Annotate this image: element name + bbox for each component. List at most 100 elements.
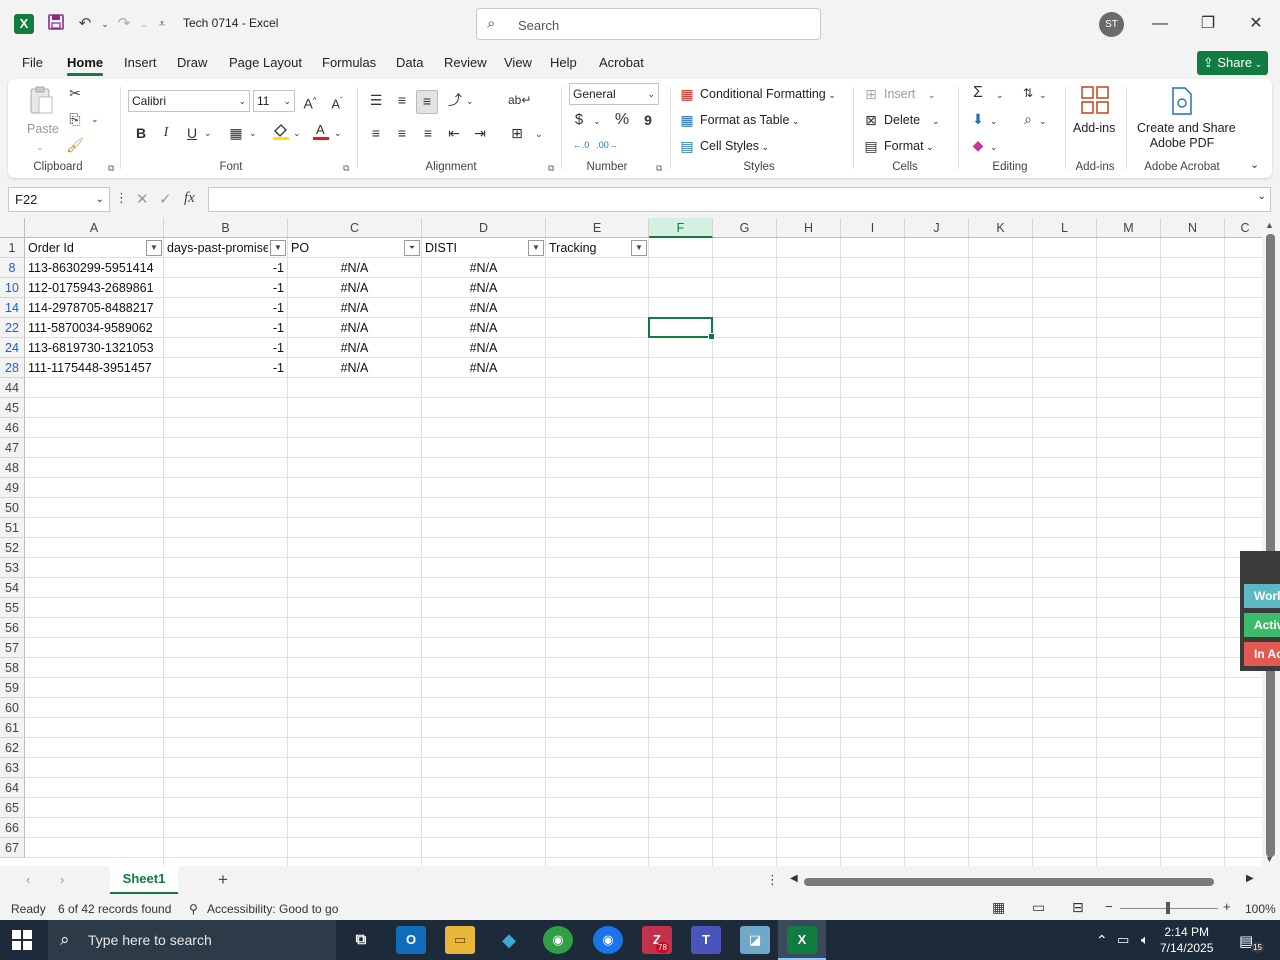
outlook-icon[interactable]: O xyxy=(396,926,426,954)
tab-acrobat[interactable]: Acrobat xyxy=(599,55,644,70)
delete-cells-icon[interactable]: ⊠ xyxy=(863,110,879,130)
row-header-46[interactable]: 46 xyxy=(0,418,25,438)
adobe-pdf-icon[interactable] xyxy=(1168,87,1196,117)
cut-icon[interactable]: ✂ xyxy=(65,83,85,103)
minimize-icon[interactable]: — xyxy=(1148,12,1172,36)
avatar[interactable]: ST xyxy=(1099,12,1124,37)
network-icon[interactable]: ▭ xyxy=(1117,932,1129,948)
align-bottom-icon[interactable]: ≡ xyxy=(416,90,438,114)
spreadsheet-grid[interactable]: ABCDEFGHIJKLMNC 1 8 10 14 22 24 28 44 45 46 47 48 49… xyxy=(0,218,1266,866)
more-options-icon[interactable]: ⋮ xyxy=(115,190,128,206)
alignment-launcher-icon[interactable]: ⧉ xyxy=(548,163,554,174)
filter-dropdown-icon[interactable]: ▼ xyxy=(146,240,162,256)
insert-function-button[interactable]: fx xyxy=(184,190,195,207)
filter-dropdown-icon[interactable]: ▼ xyxy=(631,240,647,256)
row-header-64[interactable]: 64 xyxy=(0,778,25,798)
paste-dropdown-icon[interactable]: ⌄ xyxy=(36,137,44,157)
app-paper-icon[interactable]: ◪ xyxy=(740,926,770,954)
column-header-a[interactable]: A xyxy=(25,218,164,238)
row-header-14[interactable]: 14 xyxy=(0,298,25,318)
increase-indent-icon[interactable]: ⇥ xyxy=(470,123,490,143)
tab-split-handle-icon[interactable]: ⋮ xyxy=(766,872,779,888)
row-header-22[interactable]: 22 xyxy=(0,318,25,338)
align-left-icon[interactable]: ≡ xyxy=(366,123,386,143)
tab-review[interactable]: Review xyxy=(444,55,487,70)
cell-disti[interactable]: #N/A xyxy=(422,298,545,318)
accessibility-status[interactable]: Accessibility: Good to go xyxy=(207,902,338,916)
select-all-corner[interactable] xyxy=(0,218,25,238)
align-top-icon[interactable]: ☰ xyxy=(366,90,386,110)
cell-po[interactable]: #N/A xyxy=(288,358,421,378)
task-view-icon[interactable]: ⧉ xyxy=(346,926,376,954)
cell-order-id[interactable]: 114-2978705-8488217 xyxy=(25,298,163,318)
row-header-63[interactable]: 63 xyxy=(0,758,25,778)
restore-icon[interactable]: ❐ xyxy=(1196,12,1220,36)
sort-filter-icon[interactable]: ⇅ xyxy=(1018,83,1038,103)
row-header-54[interactable]: 54 xyxy=(0,578,25,598)
delete-cells-button[interactable]: Delete xyxy=(884,113,920,127)
fill-color-icon[interactable] xyxy=(271,121,291,146)
column-header-c[interactable]: C xyxy=(288,218,422,238)
orientation-icon[interactable]: ⤴ xyxy=(445,90,465,110)
fill-color-dropdown-icon[interactable]: ⌄ xyxy=(293,123,301,143)
add-sheet-icon[interactable]: + xyxy=(218,870,228,890)
chrome-icon[interactable]: ◉ xyxy=(543,926,573,954)
cell-order-id[interactable]: 113-6819730-1321053 xyxy=(25,338,163,358)
row-header-45[interactable]: 45 xyxy=(0,398,25,418)
tab-data[interactable]: Data xyxy=(396,55,423,70)
panel-item-2[interactable]: Activ xyxy=(1244,613,1280,637)
row-header-56[interactable]: 56 xyxy=(0,618,25,638)
cell-days-past-promise[interactable]: -1 xyxy=(164,358,287,378)
row-header-57[interactable]: 57 xyxy=(0,638,25,658)
create-share-pdf-button[interactable]: Create and Share Adobe PDF xyxy=(1137,121,1236,151)
align-center-icon[interactable]: ≡ xyxy=(392,123,412,143)
column-header-e[interactable]: E xyxy=(546,218,649,238)
column-header-l[interactable]: L xyxy=(1033,218,1097,238)
fill-icon[interactable]: ⬇ xyxy=(968,109,988,129)
number-format-select[interactable]: General ⌄ xyxy=(569,83,659,105)
decrease-decimal-icon[interactable]: .00→ xyxy=(596,135,618,155)
zoom-level[interactable]: 100% xyxy=(1245,902,1276,916)
tab-insert[interactable]: Insert xyxy=(124,55,157,70)
row-header-59[interactable]: 59 xyxy=(0,678,25,698)
font-color-dropdown-icon[interactable]: ⌄ xyxy=(334,123,342,143)
prev-sheet-icon[interactable]: ‹ xyxy=(26,872,30,887)
close-icon[interactable]: ✕ xyxy=(1244,12,1268,36)
row-header-47[interactable]: 47 xyxy=(0,438,25,458)
paste-button[interactable]: Paste xyxy=(27,122,59,136)
column-header-m[interactable]: M xyxy=(1097,218,1161,238)
cell-disti[interactable]: #N/A xyxy=(422,258,545,278)
font-name-select[interactable]: Calibri ⌄ xyxy=(128,90,250,112)
wrap-text-icon[interactable]: ab↵ xyxy=(508,90,531,110)
selected-cell[interactable] xyxy=(648,317,715,340)
orientation-dropdown-icon[interactable]: ⌄ xyxy=(466,91,474,111)
row-header-24[interactable]: 24 xyxy=(0,338,25,358)
tab-help[interactable]: Help xyxy=(550,55,577,70)
underline-dropdown-icon[interactable]: ⌄ xyxy=(204,123,212,143)
merge-center-icon[interactable]: ⊞ xyxy=(507,123,527,143)
align-right-icon[interactable]: ≡ xyxy=(418,123,438,143)
merge-dropdown-icon[interactable]: ⌄ xyxy=(535,124,543,144)
row-header-8[interactable]: 8 xyxy=(0,258,25,278)
cell-disti[interactable]: #N/A xyxy=(422,338,545,358)
add-ins-button[interactable]: Add-ins xyxy=(1073,121,1115,135)
taskbar-search[interactable]: ⌕ Type here to search xyxy=(48,920,336,960)
cell-order-id[interactable]: 113-8630299-5951414 xyxy=(25,258,163,278)
borders-icon[interactable]: ▦ xyxy=(226,123,246,143)
add-ins-icon[interactable] xyxy=(1079,85,1111,117)
column-header-j[interactable]: J xyxy=(905,218,969,238)
format-as-table-icon[interactable]: ▦ xyxy=(679,110,695,130)
delete-dropdown-icon[interactable]: ⌄ xyxy=(932,111,940,131)
conditional-formatting-icon[interactable]: ▦ xyxy=(679,84,695,104)
copy-icon[interactable]: ⎘ xyxy=(65,109,85,129)
cell-order-id[interactable]: 111-5870034-9589062 xyxy=(25,318,163,338)
row-header-28[interactable]: 28 xyxy=(0,358,25,378)
cell-po[interactable]: #N/A xyxy=(288,298,421,318)
percent-button[interactable]: % xyxy=(612,110,632,130)
italic-button[interactable]: I xyxy=(157,123,175,143)
clear-icon[interactable]: ◆ xyxy=(968,135,988,155)
vertical-scroll-thumb[interactable] xyxy=(1266,234,1275,857)
sort-dropdown-icon[interactable]: ⌄ xyxy=(1039,85,1047,105)
page-break-view-icon[interactable]: ⊟ xyxy=(1072,899,1084,916)
currency-dropdown-icon[interactable]: ⌄ xyxy=(593,111,601,131)
